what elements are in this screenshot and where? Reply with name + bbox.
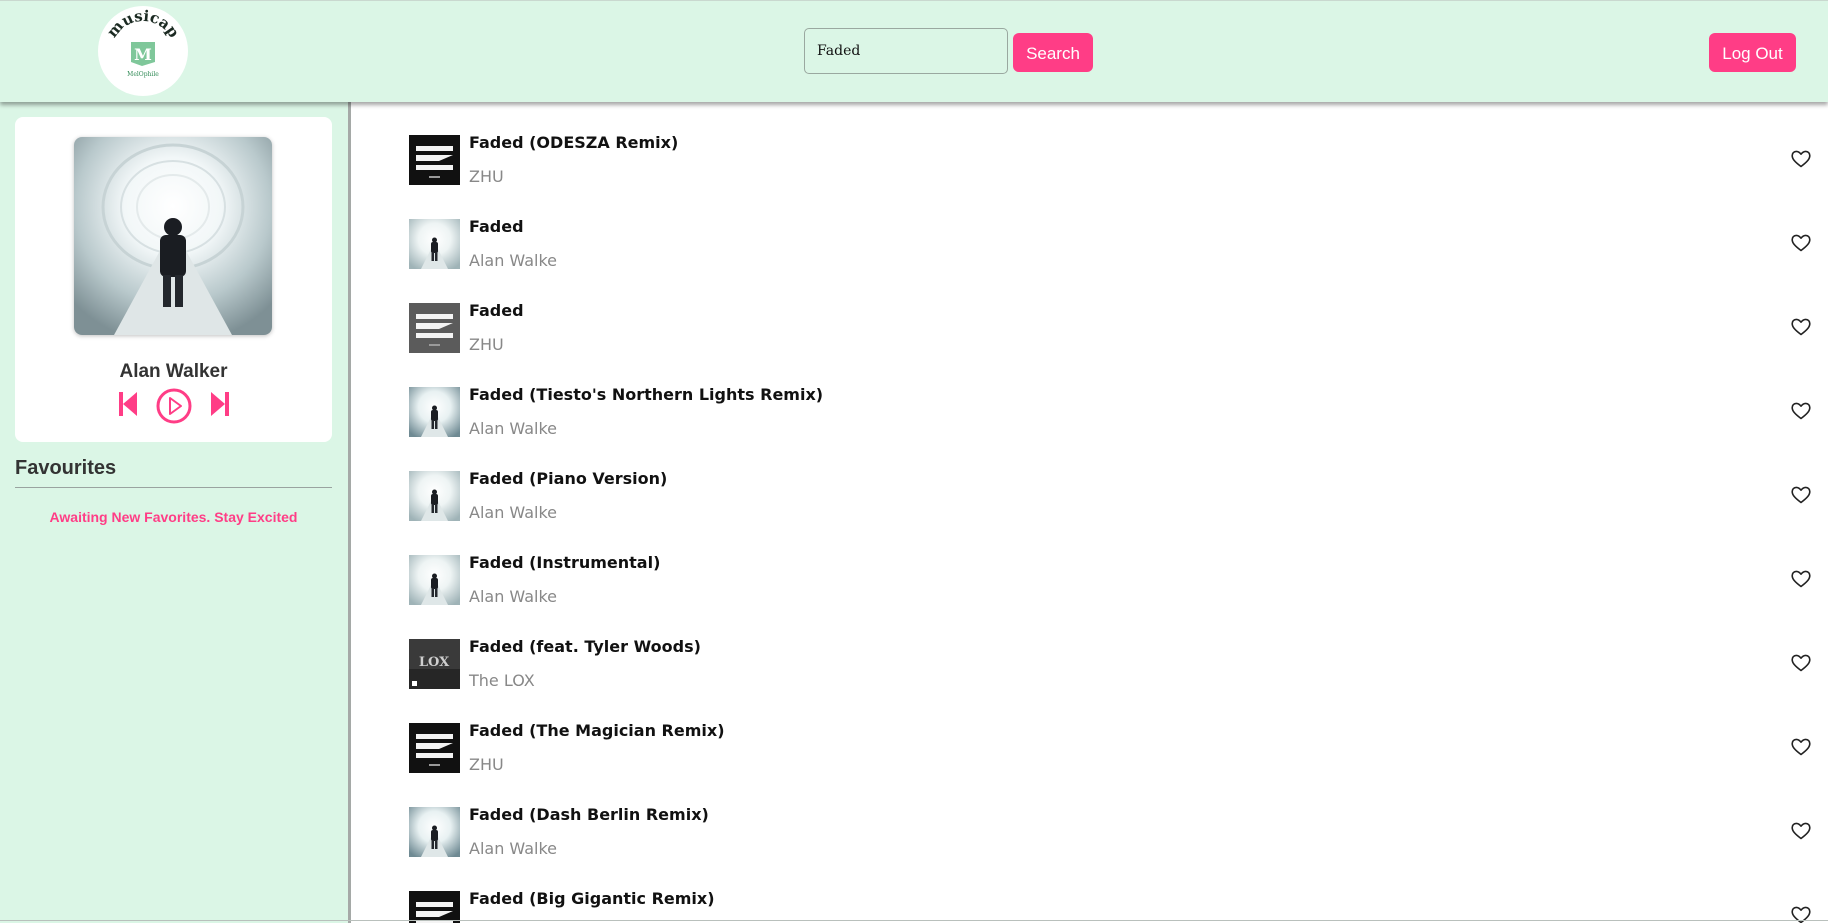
song-artist: ZHU xyxy=(469,167,504,186)
song-artist: The LOX xyxy=(469,671,535,690)
song-cover[interactable] xyxy=(409,303,460,353)
favourites-divider xyxy=(15,487,332,488)
search-input[interactable] xyxy=(804,28,1008,74)
heart-outline-icon[interactable] xyxy=(1791,150,1811,168)
song-artist: ZHU xyxy=(469,335,504,354)
song-title[interactable]: Faded (Instrumental) xyxy=(469,553,660,572)
song-cover[interactable] xyxy=(409,891,460,923)
heart-outline-icon[interactable] xyxy=(1791,654,1811,672)
song-row[interactable]: Faded (Big Gigantic Remix) xyxy=(351,857,1828,923)
heart-outline-icon[interactable] xyxy=(1791,822,1811,840)
svg-text:M: M xyxy=(134,45,152,64)
song-title[interactable]: Faded (Tiesto's Northern Lights Remix) xyxy=(469,385,823,404)
heart-outline-icon[interactable] xyxy=(1791,738,1811,756)
song-title[interactable]: Faded (Dash Berlin Remix) xyxy=(469,805,709,824)
next-icon[interactable] xyxy=(210,391,230,417)
heart-outline-icon[interactable] xyxy=(1791,234,1811,252)
song-title[interactable]: Faded (Big Gigantic Remix) xyxy=(469,889,715,908)
song-title[interactable]: Faded (ODESZA Remix) xyxy=(469,133,678,152)
favourites-heading: Favourites xyxy=(15,457,117,479)
song-row[interactable]: Faded (Tiesto's Northern Lights Remix) Al… xyxy=(351,353,1828,438)
heart-outline-icon[interactable] xyxy=(1791,570,1811,588)
song-cover[interactable] xyxy=(409,387,460,437)
song-cover[interactable] xyxy=(409,807,460,857)
song-cover[interactable] xyxy=(409,723,460,773)
song-row[interactable]: Faded (Dash Berlin Remix) Alan Walke xyxy=(351,773,1828,858)
page-bottom-border xyxy=(0,920,1828,921)
song-artist: Alan Walke xyxy=(469,503,558,522)
song-row[interactable]: Faded Alan Walke xyxy=(351,185,1828,270)
song-row[interactable]: Faded ZHU xyxy=(351,269,1828,354)
now-playing-cover xyxy=(74,137,272,335)
song-title[interactable]: Faded (Piano Version) xyxy=(469,469,667,488)
favourites-empty-message: Awaiting New Favorites. Stay Excited xyxy=(49,509,298,525)
svg-text:LOX: LOX xyxy=(419,655,450,670)
song-cover[interactable] xyxy=(409,135,460,185)
song-artist: Alan Walke xyxy=(469,419,558,438)
song-row[interactable]: Faded (Instrumental) Alan Walke xyxy=(351,521,1828,606)
sidebar: Alan Walker Favourites Awaiting New Favo… xyxy=(0,101,351,923)
song-row[interactable]: Faded (The Magician Remix) ZHU xyxy=(351,689,1828,774)
svg-text:MelOphile: MelOphile xyxy=(127,71,159,78)
song-row[interactable]: Faded (ODESZA Remix) ZHU xyxy=(351,101,1828,186)
song-artist: ZHU xyxy=(469,755,504,774)
logout-button[interactable]: Log Out xyxy=(1709,33,1796,72)
song-cover[interactable]: LOX xyxy=(409,639,460,689)
song-artist: Alan Walke xyxy=(469,839,558,858)
song-title[interactable]: Faded xyxy=(469,301,524,320)
heart-outline-icon[interactable] xyxy=(1791,402,1811,420)
heart-outline-icon[interactable] xyxy=(1791,486,1811,504)
song-title[interactable]: Faded xyxy=(469,217,524,236)
song-row[interactable]: Faded (Piano Version) Alan Walke xyxy=(351,437,1828,522)
song-artist: Alan Walke xyxy=(469,251,558,270)
search-button[interactable]: Search xyxy=(1013,33,1093,72)
heart-outline-icon[interactable] xyxy=(1791,318,1811,336)
song-cover[interactable] xyxy=(409,555,460,605)
song-title[interactable]: Faded (The Magician Remix) xyxy=(469,721,725,740)
song-title[interactable]: Faded (feat. Tyler Woods) xyxy=(469,637,701,656)
song-list: Faded (ODESZA Remix) ZHU Faded Alan Walke … xyxy=(351,101,1828,923)
song-artist: Alan Walke xyxy=(469,587,558,606)
previous-icon[interactable] xyxy=(118,391,138,417)
song-cover[interactable] xyxy=(409,219,460,269)
musicap-logo[interactable]: musicap M MelOphile xyxy=(98,6,188,96)
svg-text:musicap: musicap xyxy=(103,7,183,41)
top-bar: musicap M MelOphile Search Log Out xyxy=(0,0,1828,102)
song-row[interactable]: LOX Faded (feat. Tyler Woods) The LOX xyxy=(351,605,1828,690)
play-icon[interactable] xyxy=(156,388,192,424)
now-playing-card: Alan Walker xyxy=(15,117,332,442)
now-playing-artist: Alan Walker xyxy=(119,361,228,382)
song-cover[interactable] xyxy=(409,471,460,521)
